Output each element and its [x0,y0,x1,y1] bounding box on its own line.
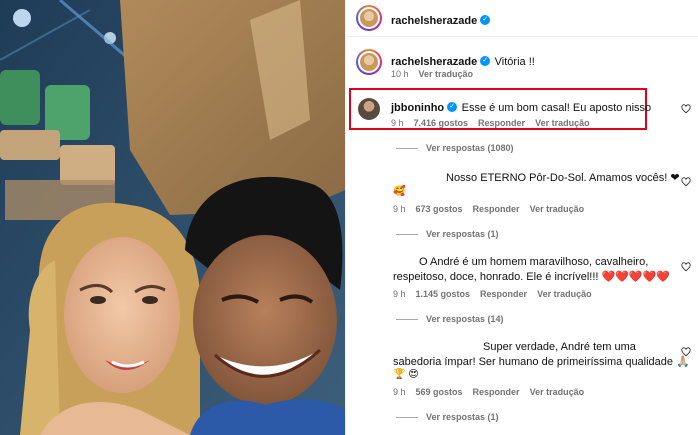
comment-1: jbboninho ✓ Esse é um bom casal! Eu apost… [391,98,651,116]
comment-text-line1: O André é um homem maravilhoso, cavalhei… [419,256,649,268]
heart-icon[interactable] [681,262,691,272]
author-avatar[interactable] [356,5,382,31]
reply-button[interactable]: Responder [478,118,525,128]
translate-link[interactable]: Ver tradução [530,204,585,214]
view-replies-button[interactable]: Ver respostas (1) [396,412,499,422]
caption-text: Vitória !! [494,56,535,68]
comment-time: 9 h [393,387,406,397]
translate-link[interactable]: Ver tradução [535,118,590,128]
selfie-image [0,0,345,435]
caption-time: 10 h [391,69,409,79]
like-count[interactable]: 569 gostos [416,387,463,397]
comment-emoji: 🥰 [393,186,406,197]
heart-icon[interactable] [681,177,691,187]
heart-icon[interactable] [681,347,691,357]
comment-time: 9 h [391,118,404,128]
translate-link[interactable]: Ver tradução [537,289,592,299]
heart-icon[interactable] [681,104,691,114]
verified-badge-icon: ✓ [447,101,458,112]
reply-button[interactable]: Responder [473,387,520,397]
like-count[interactable]: 1.145 gostos [416,289,471,299]
view-replies-label: Ver respostas (14) [426,314,504,324]
view-replies-button[interactable]: Ver respostas (1) [396,229,499,239]
view-replies-label: Ver respostas (1) [426,412,499,422]
post-header: rachelsherazade ✓ [346,0,698,37]
comment-text-line2: sabedoria ímpar! Ser humano de primeirís… [393,356,690,368]
reply-button[interactable]: Responder [480,289,527,299]
comment-time: 9 h [393,289,406,299]
view-replies-button[interactable]: Ver respostas (1080) [396,143,514,153]
verified-badge-icon: ✓ [480,55,491,66]
post-media[interactable] [0,0,345,435]
view-replies-label: Ver respostas (1080) [426,143,514,153]
translate-link[interactable]: Ver tradução [530,387,585,397]
view-replies-button[interactable]: Ver respostas (14) [396,314,504,324]
caption-translate-link[interactable]: Ver tradução [419,69,474,79]
comment-text: Esse é um bom casal! Eu aposto nisso [461,102,652,114]
like-count[interactable]: 673 gostos [416,204,463,214]
comment-text: Nosso ETERNO Pôr-Do-Sol. Amamos vocês! ❤ [446,172,680,184]
commenter-avatar[interactable] [358,98,380,120]
comment-time: 9 h [393,204,406,214]
comment-emoji: 🏆 😍 [393,369,419,380]
caption-avatar[interactable] [356,49,382,75]
comments-panel: rachelsherazade ✓ rachelsherazade ✓ Vitóri… [345,0,698,435]
like-count[interactable]: 7.416 gostos [414,118,469,128]
author-username[interactable]: rachelsherazade [391,15,477,27]
commenter-username[interactable]: jbboninho [391,102,444,114]
verified-badge-icon: ✓ [480,14,491,25]
comment-text-line1: Super verdade, André tem uma [483,341,636,353]
reply-button[interactable]: Responder [473,204,520,214]
comment-text-line2: respeitoso, doce, honrado. Ele é incríve… [393,271,670,283]
caption-username[interactable]: rachelsherazade [391,56,477,68]
view-replies-label: Ver respostas (1) [426,229,499,239]
